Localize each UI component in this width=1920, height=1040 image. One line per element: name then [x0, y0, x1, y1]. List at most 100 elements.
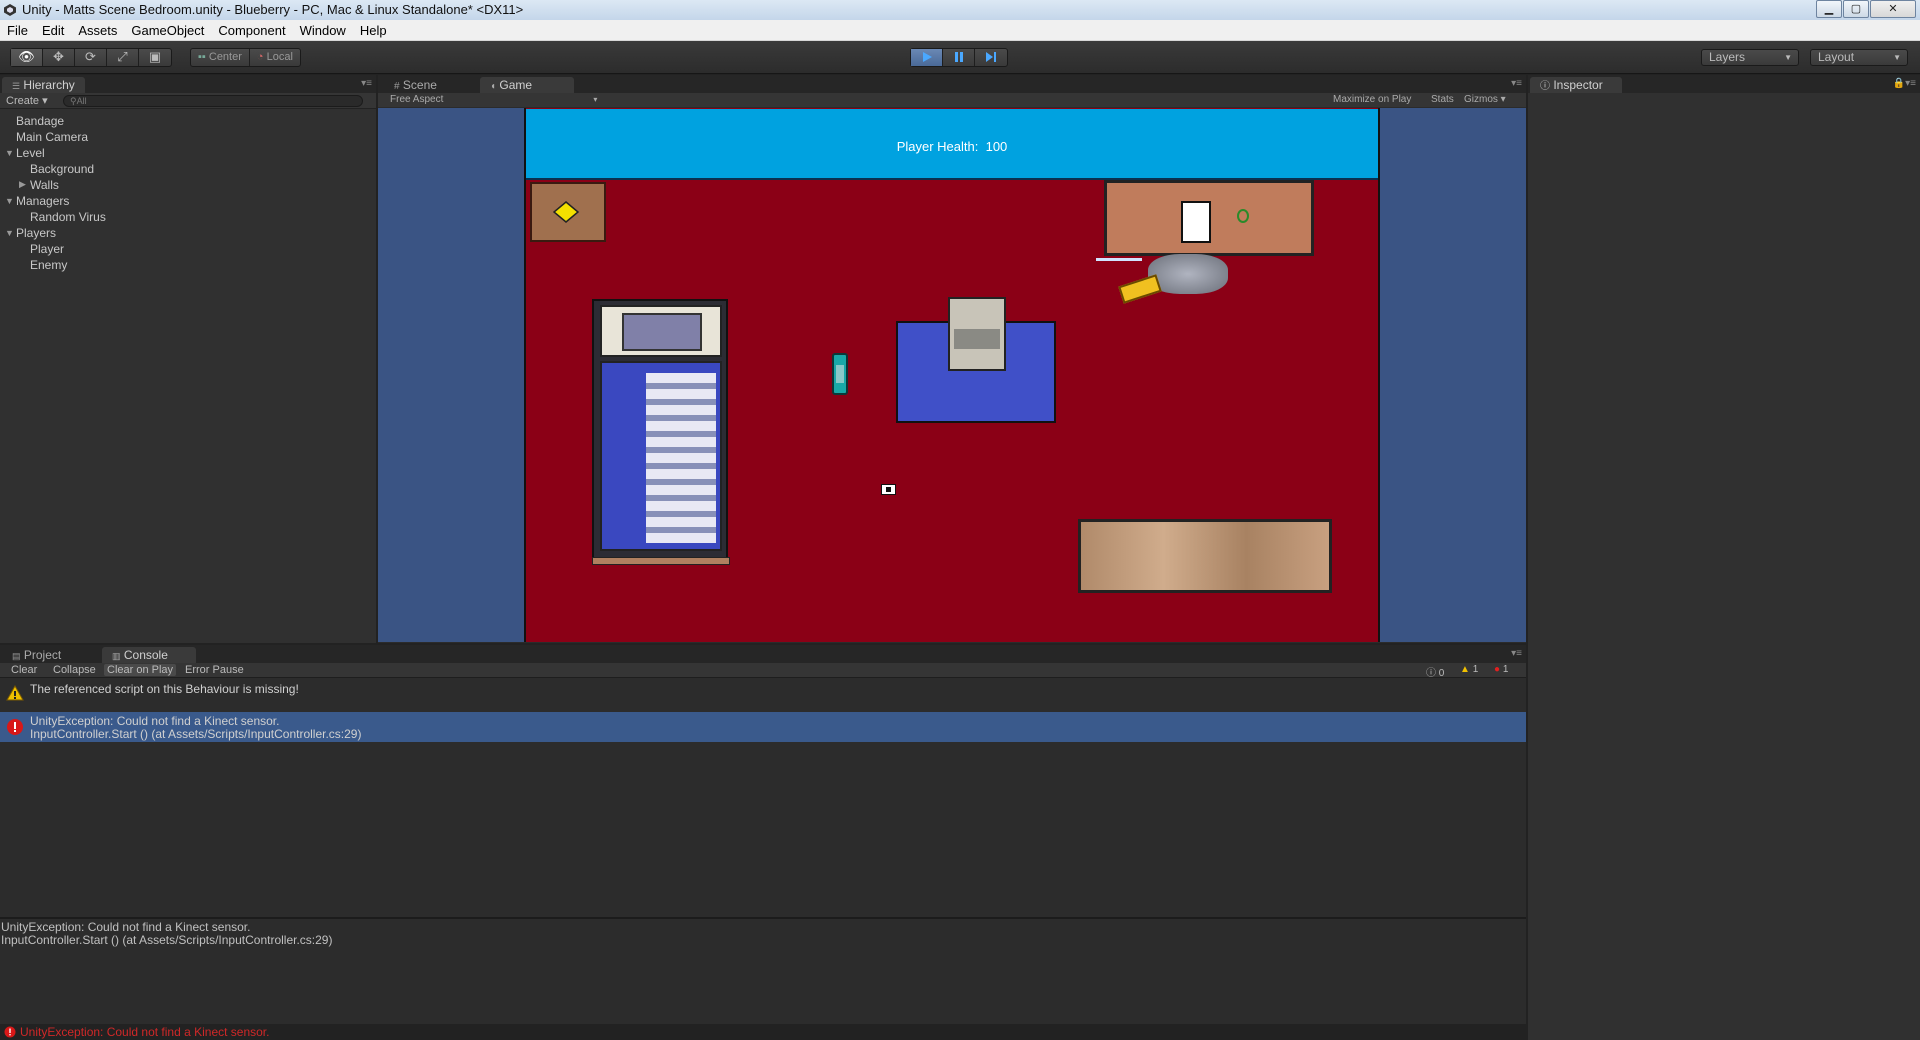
pivot-local-label: Local — [266, 51, 293, 63]
unity-logo-icon — [4, 4, 16, 16]
desk — [1104, 180, 1314, 256]
game-pacman-icon: ◖ — [490, 81, 497, 92]
menu-assets[interactable]: Assets — [71, 23, 124, 38]
menu-component[interactable]: Component — [211, 23, 292, 38]
play-button[interactable] — [911, 49, 943, 66]
menu-edit[interactable]: Edit — [35, 23, 71, 38]
tree-item-enemy[interactable]: Enemy — [30, 258, 67, 272]
log-row-error-selected[interactable]: UnityException: Could not find a Kinect … — [0, 712, 1526, 742]
info-icon: ⓘ — [1426, 668, 1436, 679]
tree-item-random-virus[interactable]: Random Virus — [30, 210, 106, 224]
tree-item-background[interactable]: Background — [30, 162, 94, 176]
play-icon — [922, 52, 932, 62]
expand-arrow-icon[interactable]: ▼ — [5, 196, 14, 206]
log-stacktrace: InputController.Start () (at Assets/Scri… — [30, 727, 362, 741]
layers-dropdown[interactable]: Layers ▼ — [1701, 49, 1799, 66]
health-label: Player Health: — [896, 139, 979, 154]
move-tool-icon[interactable]: ✥ — [43, 49, 75, 66]
panel-menu-icon[interactable]: ▾≡ — [1511, 648, 1522, 659]
warning-count-toggle[interactable]: ▲ 1 — [1460, 664, 1478, 675]
detail-stacktrace: InputController.Start () (at Assets/Scri… — [1, 933, 333, 947]
step-button[interactable] — [975, 49, 1007, 66]
tree-item-walls[interactable]: Walls — [30, 178, 59, 192]
bed-blanket — [600, 361, 722, 551]
tree-item-player[interactable]: Player — [30, 242, 64, 256]
hierarchy-tab-label: Hierarchy — [23, 78, 75, 92]
console-splitter[interactable] — [0, 917, 1526, 919]
project-tab-label: Project — [23, 648, 62, 662]
tab-hierarchy[interactable]: ☰ Hierarchy — [2, 77, 85, 93]
create-dropdown[interactable]: Create ▾ — [6, 94, 48, 107]
log-row-warning[interactable]: The referenced script on this Behaviour … — [0, 679, 1526, 708]
pivot-center-label: Center — [208, 51, 242, 63]
status-bar: UnityException: Could not find a Kinect … — [0, 1024, 1526, 1040]
tab-console[interactable]: ▥ Console — [102, 647, 196, 663]
nightstand — [948, 297, 1006, 371]
status-message[interactable]: UnityException: Could not find a Kinect … — [20, 1025, 269, 1039]
collapse-arrow-icon[interactable]: ▶ — [19, 179, 26, 190]
error-pause-toggle[interactable]: Error Pause — [182, 664, 247, 676]
tree-item-level[interactable]: Level — [16, 146, 45, 160]
pause-button[interactable] — [943, 49, 975, 66]
search-placeholder: All — [76, 96, 87, 106]
stats-toggle[interactable]: Stats — [1431, 94, 1454, 105]
info-count: 0 — [1438, 668, 1445, 679]
maximize-on-play-toggle[interactable]: Maximize on Play — [1333, 94, 1411, 105]
tab-project[interactable]: ▤ Project — [2, 647, 71, 663]
tree-item-bandage[interactable]: Bandage — [16, 114, 64, 128]
tree-item-players[interactable]: Players — [16, 226, 56, 240]
tab-inspector[interactable]: ⓘ Inspector — [1530, 77, 1622, 93]
panel-menu-icon[interactable]: ▾≡ — [1511, 78, 1522, 89]
game-view-panel: # Scene ◖ Game ▾≡ Free Aspect ▾ Maximize … — [378, 75, 1526, 643]
layout-dropdown[interactable]: Layout ▼ — [1810, 49, 1908, 66]
error-icon — [7, 719, 23, 735]
hierarchy-search-input[interactable]: ⚲All — [63, 95, 363, 107]
inspector-panel: ⓘ Inspector 🔒▾≡ — [1528, 75, 1920, 1040]
aspect-dropdown[interactable]: Free Aspect ▾ — [390, 94, 597, 105]
game-view-toolbar: Free Aspect ▾ Maximize on Play Stats Gizm… — [378, 93, 1526, 107]
minimize-button[interactable]: ▁ — [1816, 0, 1842, 18]
window-title: Unity - Matts Scene Bedroom.unity - Blue… — [22, 2, 524, 17]
game-screen[interactable]: Player Health: 100 — [378, 108, 1526, 642]
tree-item-managers[interactable]: Managers — [16, 194, 69, 208]
warning-count: 1 — [1472, 664, 1479, 675]
rect-tool-icon[interactable]: ▣ — [139, 49, 171, 66]
maximize-button[interactable]: ▢ — [1843, 0, 1869, 18]
log-message: The referenced script on this Behaviour … — [30, 682, 299, 696]
info-count-toggle[interactable]: ⓘ 0 — [1426, 664, 1444, 679]
pivot-center-button[interactable]: ▪▪ Center — [191, 49, 250, 66]
view-tool-eye-icon[interactable]: 👁 — [11, 49, 43, 66]
tab-game[interactable]: ◖ Game — [480, 77, 574, 93]
tab-scene[interactable]: # Scene — [384, 77, 447, 93]
lock-icon[interactable]: 🔒▾≡ — [1893, 78, 1916, 89]
panel-menu-icon[interactable]: ▾≡ — [361, 78, 372, 89]
error-icon — [4, 1026, 16, 1038]
error-count-toggle[interactable]: ● 1 — [1494, 664, 1508, 675]
clear-button[interactable]: Clear — [8, 664, 40, 676]
expand-arrow-icon[interactable]: ▼ — [5, 148, 14, 158]
menu-file[interactable]: File — [0, 23, 35, 38]
layout-label: Layout — [1818, 50, 1855, 64]
collapse-button[interactable]: Collapse — [50, 664, 99, 676]
green-ring-icon — [1237, 209, 1249, 223]
step-icon — [986, 52, 996, 62]
clear-on-play-toggle[interactable]: Clear on Play — [104, 664, 177, 676]
hierarchy-search-row: Create ▾ ⚲All — [0, 93, 376, 109]
close-button[interactable]: ✕ — [1870, 0, 1916, 18]
console-tabbar: ▤ Project ▥ Console ▾≡ — [0, 645, 1526, 663]
menu-window[interactable]: Window — [293, 23, 353, 38]
expand-arrow-icon[interactable]: ▼ — [5, 228, 14, 238]
pivot-local-button[interactable]: ◔ Local — [250, 49, 300, 66]
rotate-tool-icon[interactable]: ⟳ — [75, 49, 107, 66]
tree-item-main-camera[interactable]: Main Camera — [16, 130, 88, 144]
scale-tool-icon[interactable]: ⤢ — [107, 49, 139, 66]
menu-bar: File Edit Assets GameObject Component Wi… — [0, 20, 1920, 41]
nightstand-drawer — [954, 329, 1000, 349]
gizmos-dropdown[interactable]: Gizmos ▾ — [1464, 94, 1506, 105]
view-tabbar: # Scene ◖ Game ▾≡ — [378, 75, 1526, 93]
menu-help[interactable]: Help — [353, 23, 394, 38]
menu-gameobject[interactable]: GameObject — [124, 23, 211, 38]
title-bar: Unity - Matts Scene Bedroom.unity - Blue… — [0, 0, 1920, 20]
bandage-pickup-icon — [553, 201, 579, 223]
main-toolbar: 👁 ✥ ⟳ ⤢ ▣ ▪▪ Center ◔ Local Layers ▼ Lay… — [0, 41, 1920, 74]
